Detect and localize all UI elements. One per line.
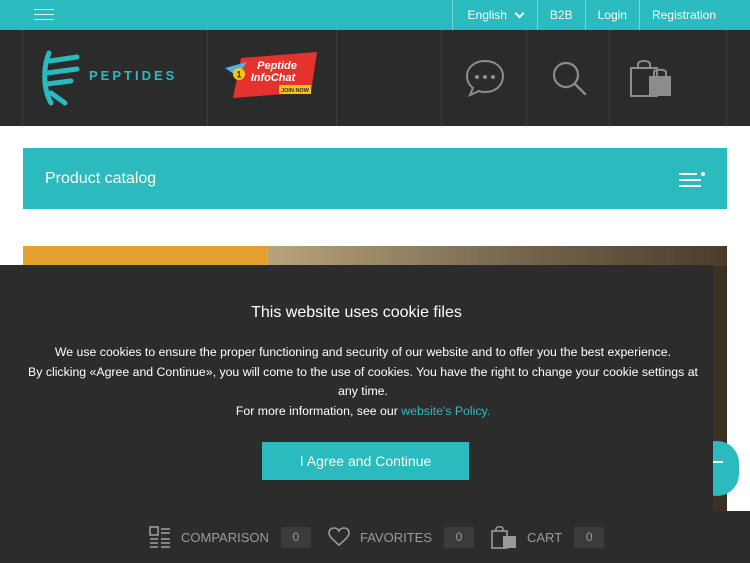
logo-text: PEPTIDES [89, 68, 178, 83]
cookie-text: We use cookies to ensure the proper func… [28, 343, 698, 421]
infochat-line1: Peptide [257, 60, 297, 72]
cookie-line-2: By clicking «Agree and Continue», you wi… [28, 364, 698, 399]
menu-icon[interactable] [34, 9, 54, 20]
infochat-number: 1 [236, 70, 241, 80]
catalog-menu-icon[interactable] [679, 172, 705, 187]
infochat-banner[interactable]: 1 Peptide InfoChat JOIN NOW [208, 30, 337, 126]
site-header: PEPTIDES 1 Peptide InfoChat JOIN NOW [0, 30, 750, 126]
comparison-count: 0 [280, 526, 311, 548]
infochat-badge-graphic: 1 Peptide InfoChat JOIN NOW [225, 52, 317, 98]
chat-button[interactable] [441, 30, 527, 126]
comparison-label: COMPARISON [181, 529, 269, 545]
catalog-title: Product catalog [45, 170, 157, 187]
registration-link[interactable]: Registration [638, 0, 728, 30]
search-icon [552, 61, 587, 96]
favorites-button[interactable]: FAVORITES 0 [328, 511, 474, 563]
shopping-bag-icon [630, 60, 671, 97]
cart-button[interactable]: CART 0 [491, 511, 605, 563]
login-link[interactable]: Login [584, 0, 639, 30]
cookie-line-3: For more information, see our website's … [28, 402, 698, 422]
infochat-line2: InfoChat [251, 72, 297, 84]
peptides-logo-icon [42, 50, 80, 106]
language-selector[interactable]: English [451, 0, 537, 30]
comparison-button[interactable]: COMPARISON 0 [149, 511, 311, 563]
cart-count: 0 [574, 526, 605, 548]
favorites-label: FAVORITES [360, 529, 432, 545]
chat-icon [465, 59, 505, 97]
bottom-bar: COMPARISON 0 FAVORITES 0 CART 0 [0, 511, 750, 563]
policy-link[interactable]: website's Policy. [401, 404, 490, 418]
b2b-link[interactable]: B2B [536, 0, 585, 30]
search-button[interactable] [527, 30, 610, 126]
heart-icon [328, 527, 350, 547]
cart-label: CART [527, 529, 563, 545]
cart-icon [491, 525, 516, 549]
language-label: English [467, 8, 507, 22]
agree-continue-button[interactable]: I Agree and Continue [262, 442, 469, 480]
cookie-consent-dialog: This website uses cookie files We use co… [0, 265, 713, 511]
top-nav: English B2B Login Registration [451, 0, 728, 30]
cookie-title: This website uses cookie files [251, 304, 462, 321]
cookie-line-1: We use cookies to ensure the proper func… [54, 345, 672, 359]
top-bar: English B2B Login Registration [0, 0, 750, 30]
product-catalog-bar[interactable]: Product catalog [23, 148, 727, 209]
favorites-count: 0 [444, 526, 474, 548]
chevron-down-icon [514, 8, 525, 18]
infochat-cta: JOIN NOW [281, 88, 310, 94]
cart-header-button[interactable] [610, 30, 727, 126]
cookie-policy-prefix: For more information, see our [235, 403, 402, 418]
logo-link[interactable]: PEPTIDES [22, 30, 208, 126]
compare-icon [149, 526, 170, 548]
